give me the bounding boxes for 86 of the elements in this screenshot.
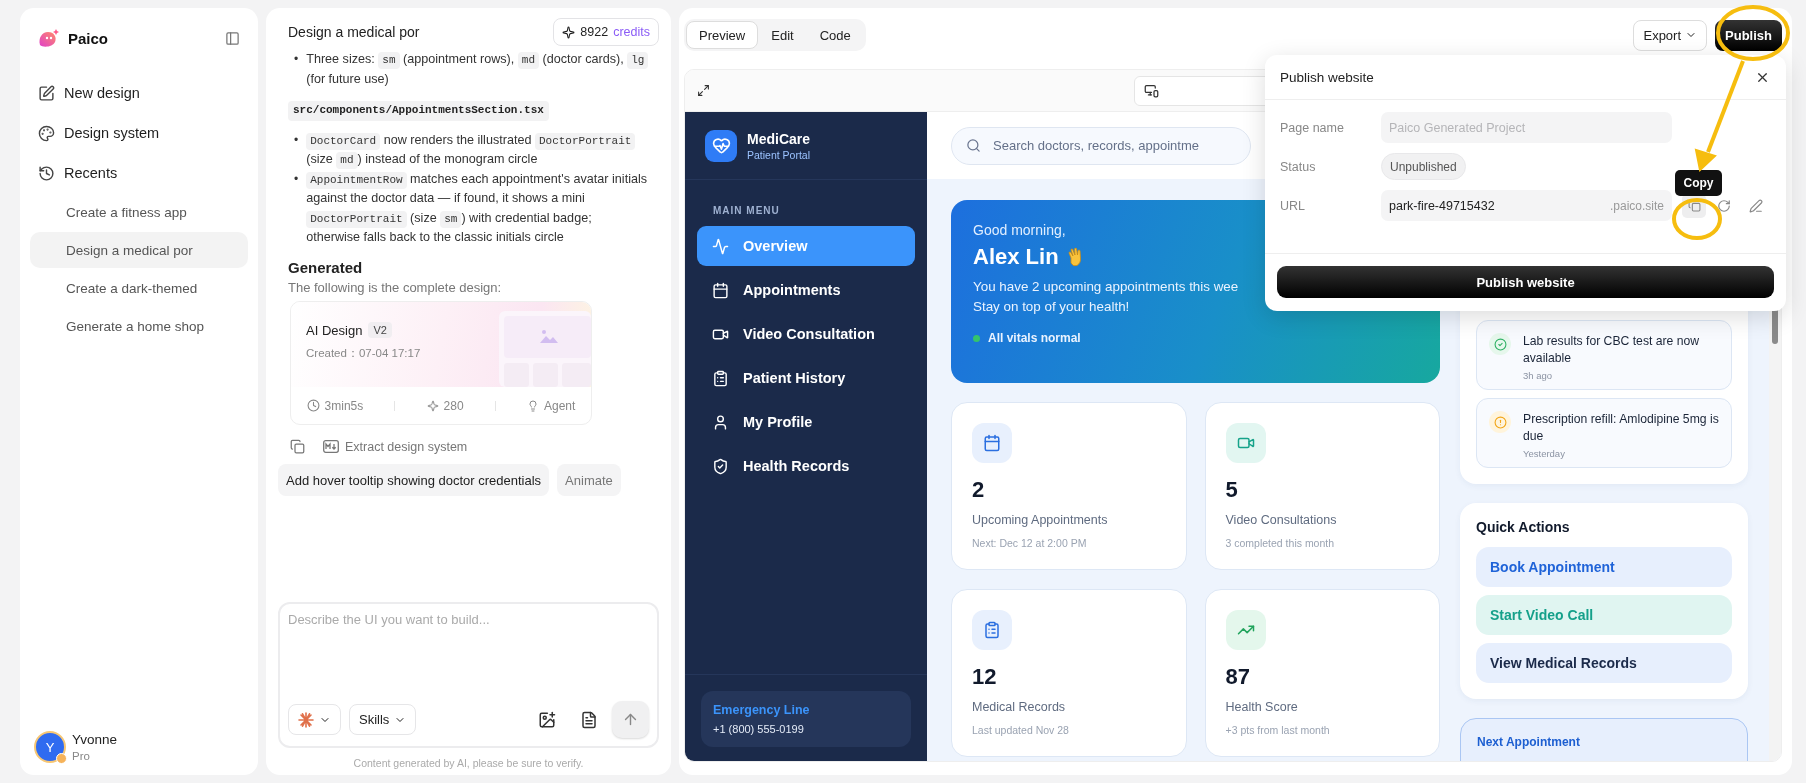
notification-text: Prescription refill: Amlodipine 5mg is due	[1523, 411, 1720, 445]
bullet-marker: •	[294, 131, 299, 149]
user-name: Yvonne	[72, 732, 118, 747]
menu-item[interactable]: Health Records	[697, 446, 915, 486]
paragraph: The following is the complete design:	[288, 278, 503, 297]
stat-value: 87	[1225, 664, 1251, 690]
greeting-text: Good morning,	[973, 222, 1066, 238]
design-card[interactable]: AI Design V2 Created：07-04 17:17 3min5s 280 Agent	[290, 301, 592, 425]
stat-value: 12	[972, 664, 998, 690]
menu-item[interactable]: Appointments	[697, 270, 915, 310]
field-label: Status	[1280, 159, 1317, 174]
dialog-title: Publish website	[1280, 69, 1374, 85]
credits-used: 280	[443, 398, 464, 413]
notification-text: Lab results for CBC test are now available	[1523, 333, 1701, 367]
bullet-text: AppointmentRow matches each appointment's avatar initials against the doctor data — if found, it shows a mini DoctorPortrait (size sm ) with credential badge; otherwise falls back to the classic initials circle	[306, 170, 649, 246]
stat-label: Medical Records	[972, 700, 1067, 714]
user-avatar: Y	[34, 731, 66, 763]
menu-heading: MAIN MENU	[712, 204, 781, 218]
stat-note: Last updated Nov 28	[972, 724, 1070, 736]
disclaimer: Content generated by AI, please be sure to verify.	[352, 757, 585, 769]
stat-value: 2	[972, 477, 986, 503]
page-name-field[interactable]: Paico Generated Project	[1381, 112, 1672, 143]
vitals-status: All vitals normal	[988, 331, 1081, 345]
recent-item[interactable]: Create a fitness app	[30, 194, 248, 230]
stat-label: Video Consultations	[1225, 513, 1338, 527]
version-tag: V2	[368, 322, 392, 338]
skills-dropdown[interactable]: Skills	[349, 704, 417, 735]
url-field[interactable]: park-fire-49715432 .paico.site	[1381, 190, 1672, 221]
nav-item[interactable]: Recents	[30, 154, 248, 192]
nav-item[interactable]: New design	[30, 74, 248, 112]
app-subtitle: Patient Portal	[747, 148, 811, 161]
file-path: src/components/AppointmentsSection.tsx	[288, 101, 549, 121]
stat-note: 3 completed this month	[1225, 537, 1336, 549]
quick-action-button[interactable]: Book Appointment	[1476, 547, 1732, 587]
menu-item[interactable]: Video Consultation	[697, 314, 915, 354]
created-date: Created：07-04 17:17	[306, 346, 421, 361]
card-title: Quick Actions	[1476, 519, 1571, 535]
publish-button[interactable]: Publish	[1715, 19, 1782, 51]
stat-note: Next: Dec 12 at 2:00 PM	[972, 537, 1088, 549]
prompt-box[interactable]: Describe the UI you want to build... Skills	[278, 602, 659, 748]
status-badge: Unpublished	[1381, 153, 1466, 180]
chat-title: Design a medical por	[288, 24, 420, 40]
nav-item[interactable]: Design system	[30, 114, 248, 152]
publish-website-button[interactable]: Publish website	[1277, 266, 1774, 298]
stat-value: 5	[1225, 477, 1239, 503]
export-button[interactable]: Export	[1633, 19, 1708, 51]
stat-note: +3 pts from last month	[1225, 724, 1331, 736]
recent-item[interactable]: Create a dark-themed	[30, 270, 248, 306]
tooltip: Copy	[1675, 170, 1722, 196]
patient-name: Alex Lin	[973, 244, 1059, 270]
credits-label: credits	[613, 25, 650, 39]
field-label: Page name	[1280, 120, 1345, 135]
suggestion-chip[interactable]: Animate	[557, 464, 621, 496]
section-heading: Generated	[288, 257, 364, 278]
stat-label: Health Score	[1225, 700, 1299, 714]
user-plan: Pro	[72, 750, 91, 762]
emergency-phone: +1 (800) 555-0199	[713, 723, 805, 735]
view-tab[interactable]: Edit	[758, 21, 807, 49]
greeting-message: You have 2 upcoming appointments this wee	[973, 278, 1239, 296]
stat-label: Upcoming Appointments	[972, 513, 1109, 527]
recent-item[interactable]: Generate a home shop	[30, 308, 248, 344]
menu-item[interactable]: My Profile	[697, 402, 915, 442]
mode-label: Agent	[544, 398, 576, 413]
design-title: AI Design	[306, 322, 363, 338]
bullet-marker: •	[294, 170, 299, 188]
field-label: URL	[1280, 198, 1306, 213]
search-field[interactable]: Search doctors, records, appointme	[951, 126, 1251, 165]
greeting-message: Stay on top of your health!	[973, 298, 1130, 316]
card-title: Next Appointment	[1477, 735, 1581, 749]
view-tab[interactable]: Preview	[686, 21, 759, 49]
notification-time: 3h ago	[1523, 370, 1554, 381]
view-tab[interactable]: Code	[806, 21, 864, 49]
brand-name: Paico	[68, 29, 109, 47]
bullet-marker: •	[294, 51, 299, 68]
notification-time: Yesterday	[1523, 448, 1566, 459]
suggestion-chip[interactable]: Add hover tooltip showing doctor credentials	[278, 464, 550, 496]
bullet-text: Three sizes: sm (appointment rows), md (doctor cards), lg (for future use)	[306, 50, 649, 89]
emergency-title: Emergency Line	[713, 703, 811, 717]
app-name: MediCare	[747, 130, 811, 147]
recent-item[interactable]: Design a medical por	[30, 232, 248, 268]
menu-item[interactable]: Patient History	[697, 358, 915, 398]
credits-amount: 8922	[580, 25, 609, 39]
search-input[interactable]: Search doctors, records, appointme	[991, 137, 1246, 154]
extract-button[interactable]: Extract design system	[323, 439, 468, 454]
quick-action-button[interactable]: View Medical Records	[1476, 643, 1732, 683]
duration: 3min5s	[324, 398, 364, 413]
